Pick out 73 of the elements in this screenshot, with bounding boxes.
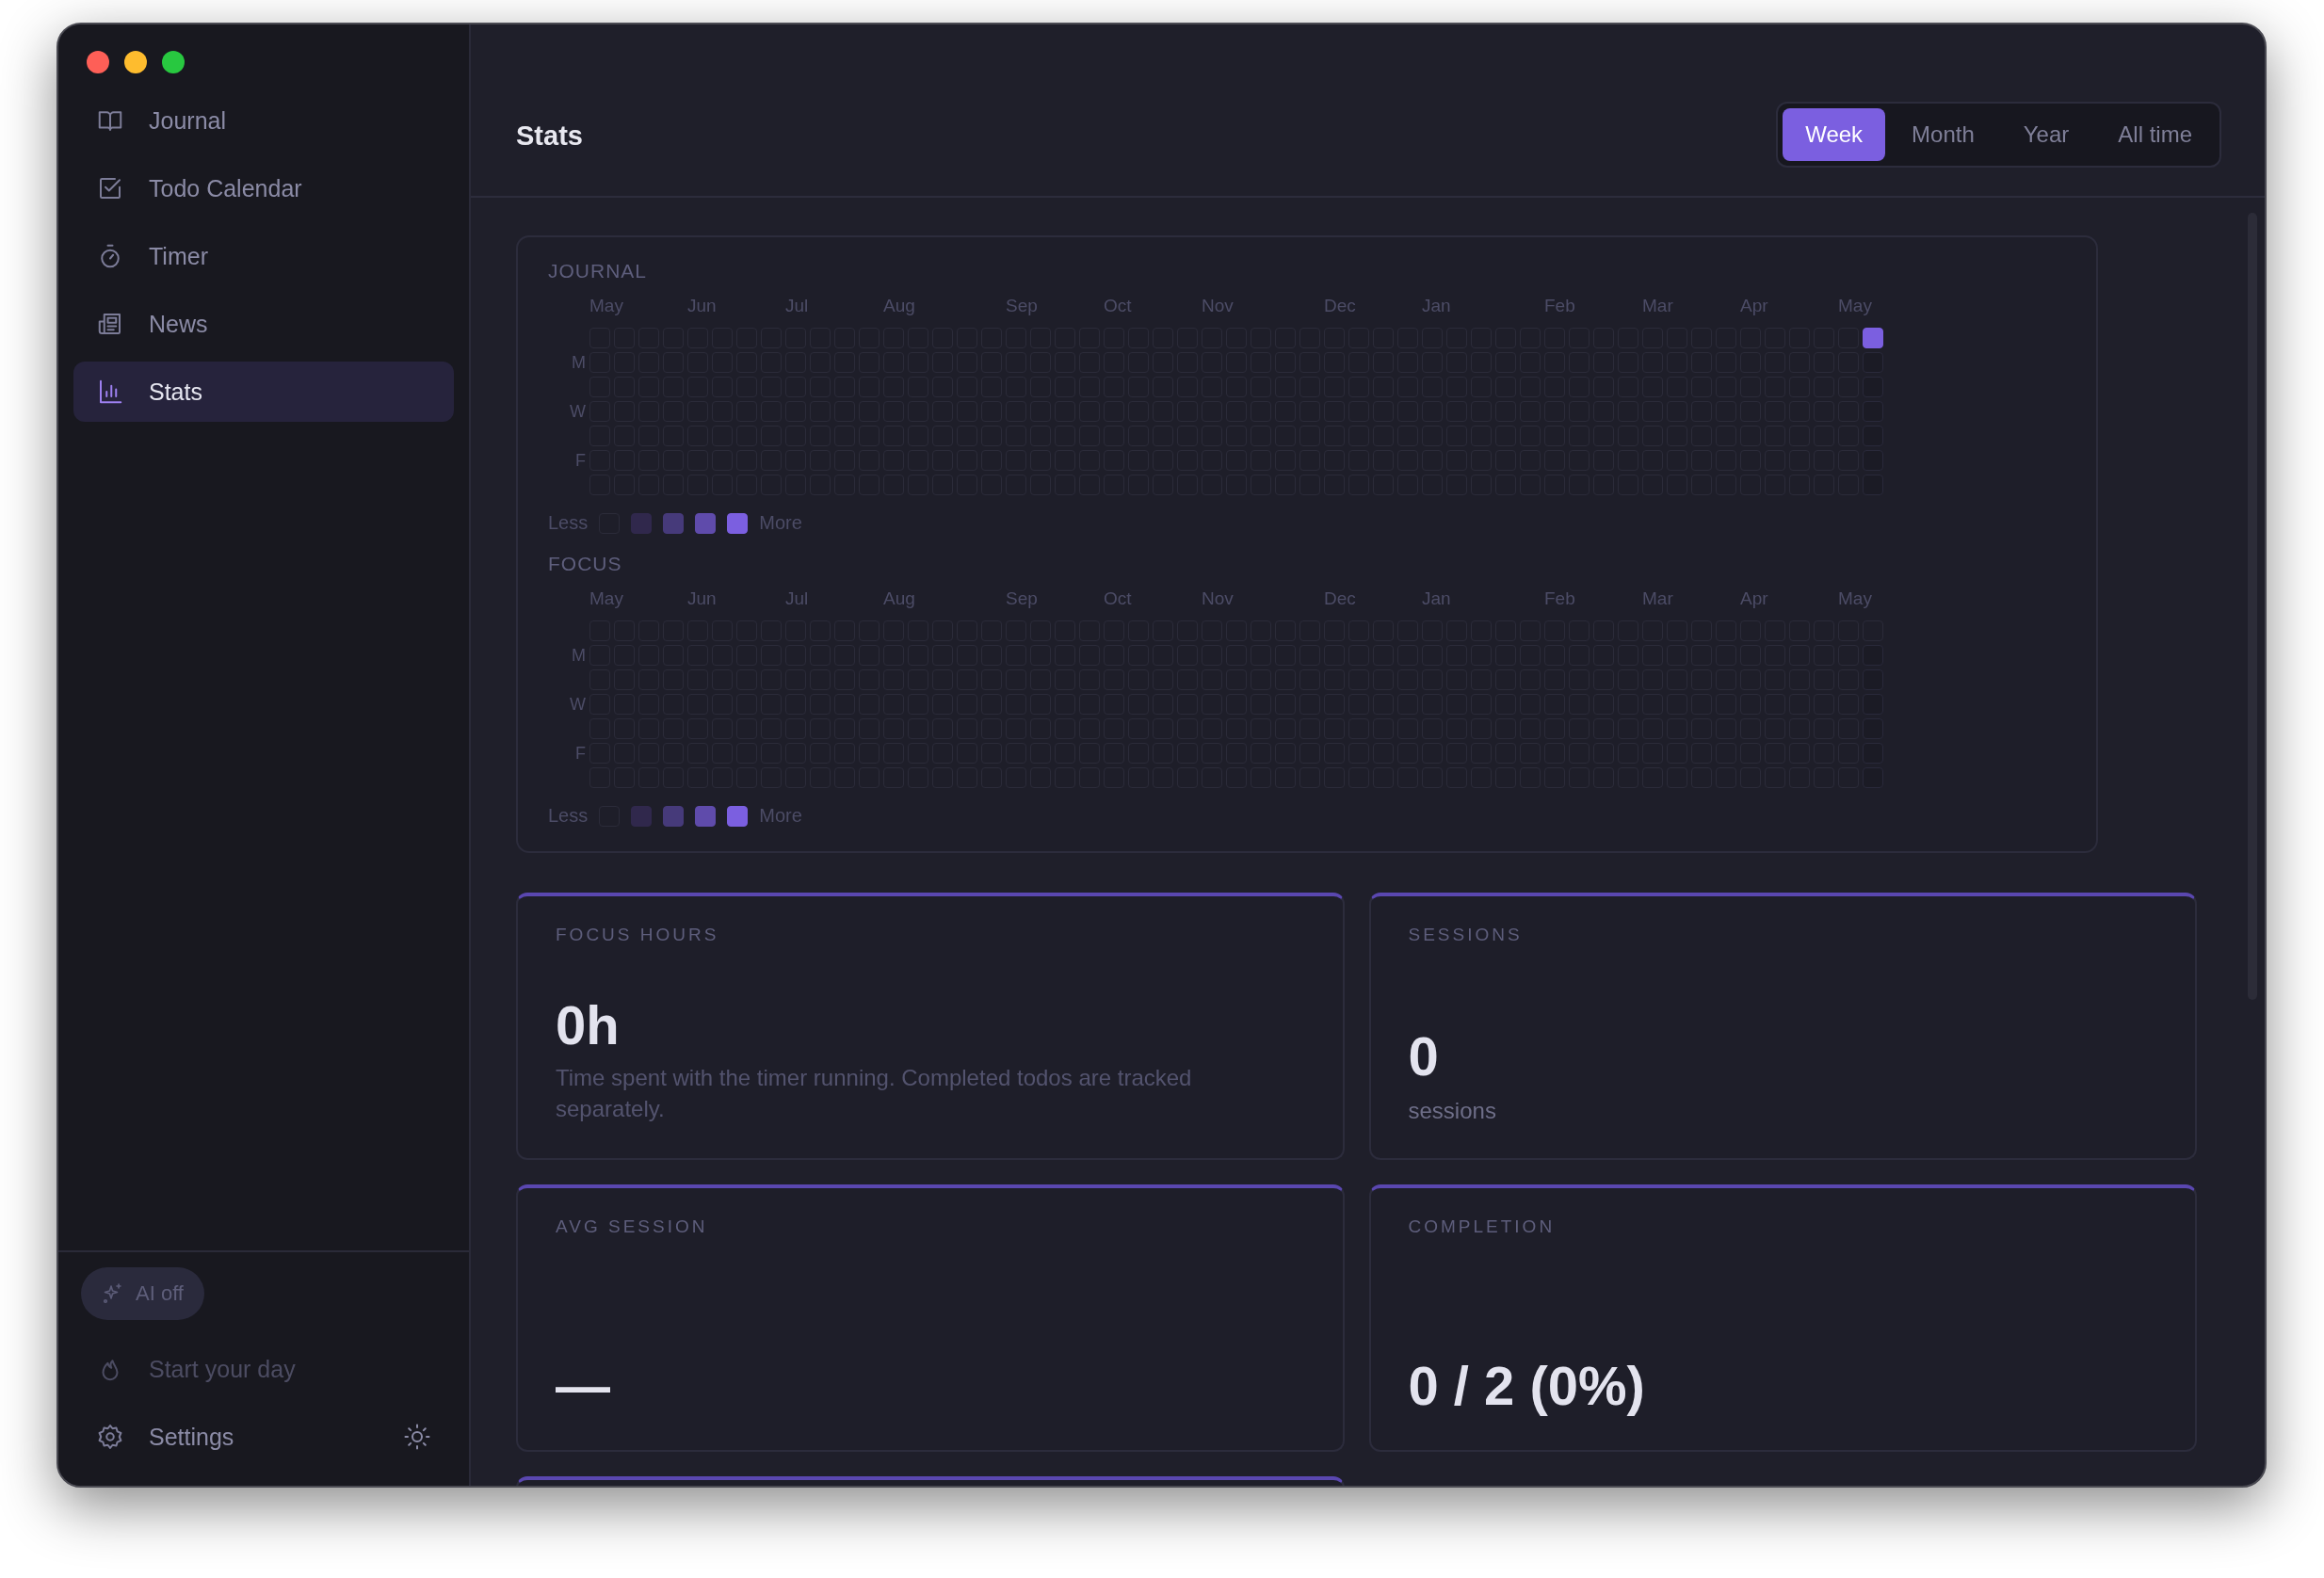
stat-label: AVG SESSION: [556, 1216, 709, 1237]
sidebar-item[interactable]: Stats: [73, 362, 454, 422]
legend-swatch: [727, 512, 749, 534]
sidebar-item[interactable]: Timer: [73, 226, 454, 286]
month-label: Feb: [1544, 296, 1575, 316]
range-tab[interactable]: Month: [1889, 108, 1997, 161]
month-label: Sep: [1006, 296, 1038, 316]
heatmap-title: JOURNAL: [548, 260, 649, 282]
stat-value: 0h: [556, 995, 621, 1056]
sidebar-item[interactable]: Journal: [73, 90, 454, 151]
month-label: Oct: [1104, 296, 1132, 316]
month-label: May: [1838, 588, 1872, 609]
settings-icon: [96, 1423, 124, 1451]
stat-value: 0: [1408, 1026, 1440, 1087]
range-tab[interactable]: All time: [2095, 108, 2215, 161]
month-label: Nov: [1202, 296, 1234, 316]
stat-value: —: [556, 1356, 611, 1416]
month-label: Dec: [1324, 296, 1356, 316]
month-label: Mar: [1642, 296, 1673, 316]
month-label: Jan: [1422, 296, 1451, 316]
month-label: Nov: [1202, 588, 1234, 609]
zoom-button[interactable]: [162, 51, 185, 73]
stat-label: SESSIONS: [1408, 925, 1524, 945]
month-label: May: [589, 588, 623, 609]
legend-less: Less: [548, 512, 589, 534]
month-label: Aug: [883, 296, 915, 316]
legend-swatch: [695, 805, 717, 827]
legend-less: Less: [548, 805, 589, 827]
weekday-label: M: [572, 645, 586, 666]
sidebar-item[interactable]: Todo Calendar: [73, 158, 454, 218]
month-label: Oct: [1104, 588, 1132, 609]
minimize-button[interactable]: [124, 51, 147, 73]
month-label: Apr: [1740, 588, 1768, 609]
range-tab[interactable]: Week: [1783, 108, 1886, 161]
stat-unit: sessions: [1408, 1098, 1497, 1124]
legend-swatch: [663, 512, 685, 534]
stat-label: FOCUS HOURS: [556, 925, 720, 945]
stat-value: 0 / 2 (0%): [1408, 1356, 1646, 1416]
weekday-label: W: [570, 401, 586, 422]
month-label: Aug: [883, 588, 915, 609]
sun-icon[interactable]: [403, 1423, 431, 1451]
month-label: Jul: [785, 588, 809, 609]
month-label: Apr: [1740, 296, 1768, 316]
stat-label: COMPLETION: [1408, 1216, 1557, 1237]
legend-swatch: [663, 805, 685, 827]
month-label: Sep: [1006, 588, 1038, 609]
sidebar-item[interactable]: News: [73, 294, 454, 354]
legend-swatch: [727, 805, 749, 827]
month-label: Jun: [687, 296, 717, 316]
legend-swatch: [695, 512, 717, 534]
legend-more: More: [759, 512, 802, 534]
month-label: Feb: [1544, 588, 1575, 609]
weekday-label: W: [570, 694, 586, 715]
sparkle-icon: [102, 1282, 124, 1305]
month-label: May: [589, 296, 623, 316]
month-label: Dec: [1324, 588, 1356, 609]
range-tab[interactable]: Year: [2000, 108, 2092, 161]
settings-item[interactable]: Settings: [73, 1407, 257, 1467]
weekday-label: F: [575, 450, 586, 471]
close-button[interactable]: [87, 51, 109, 73]
legend-swatch: [631, 805, 653, 827]
weekday-label: M: [572, 352, 586, 373]
month-label: Mar: [1642, 588, 1673, 609]
legend-more: More: [759, 805, 802, 827]
month-label: Jan: [1422, 588, 1451, 609]
month-label: Jun: [687, 588, 717, 609]
heatmap-title: FOCUS: [548, 553, 623, 575]
legend-swatch: [631, 512, 653, 534]
weekday-label: F: [575, 743, 586, 764]
month-label: Jul: [785, 296, 809, 316]
month-label: May: [1838, 296, 1872, 316]
stat-description: Time spent with the timer running. Completed todos are tracked separately.: [556, 1064, 1193, 1123]
page-title: Stats: [516, 121, 583, 152]
